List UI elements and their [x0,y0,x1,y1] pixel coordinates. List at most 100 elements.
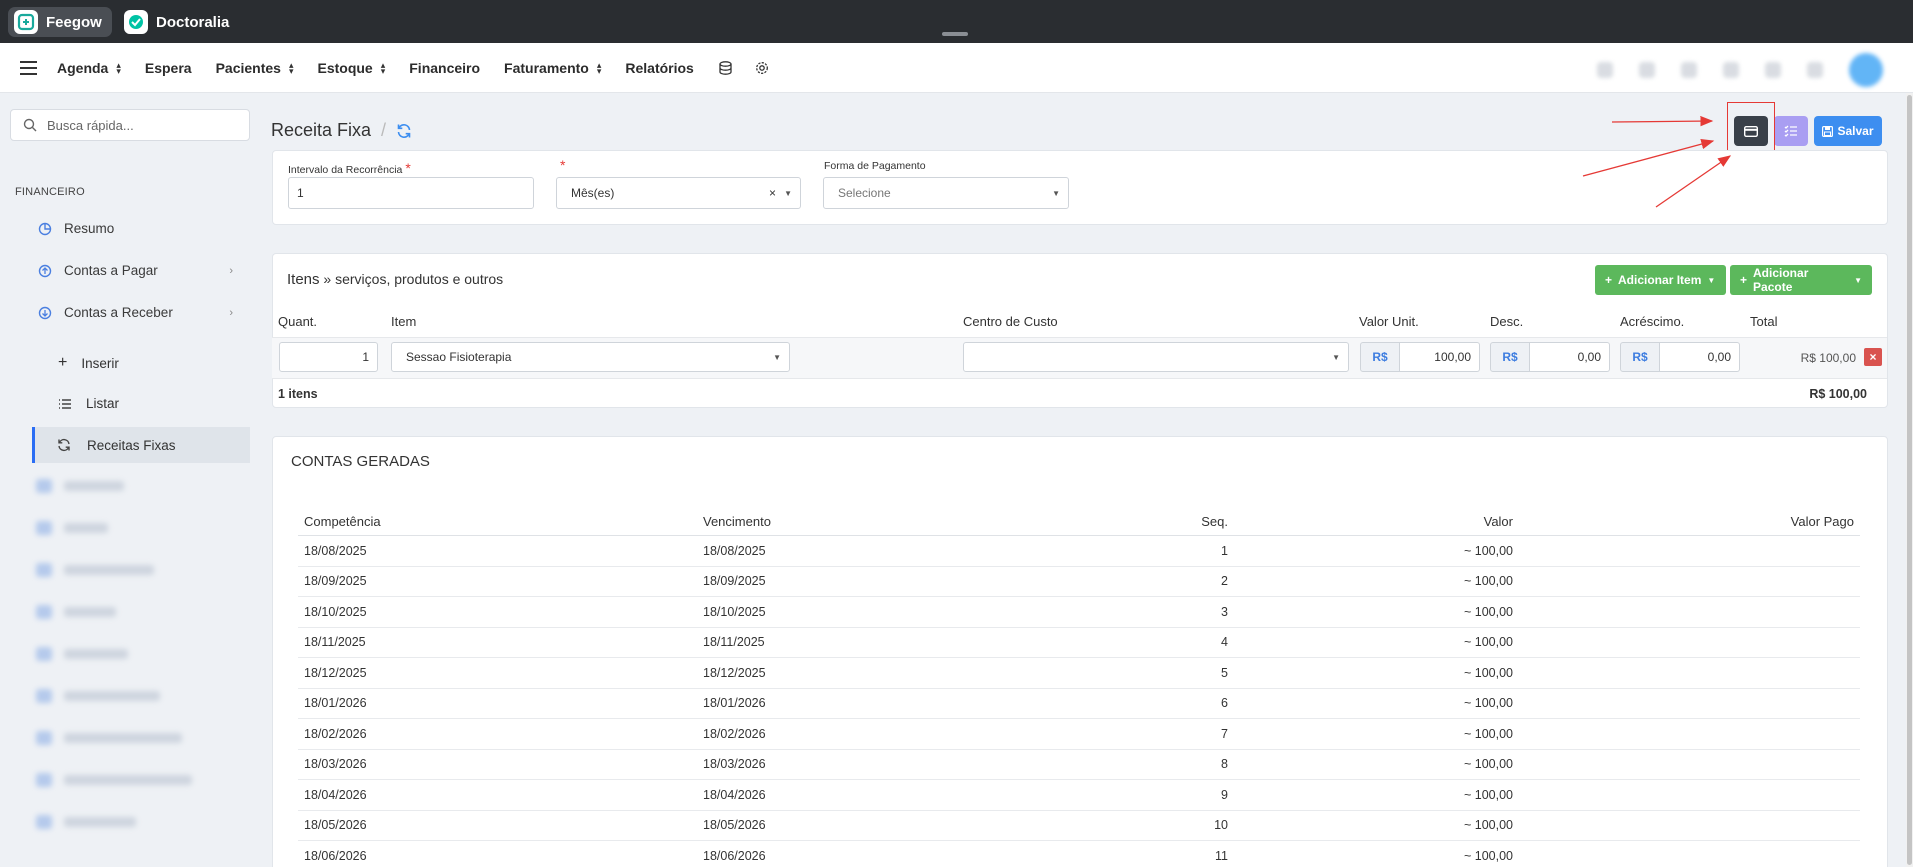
chevron-down-icon: ▼ [1332,352,1340,362]
drag-handle[interactable] [942,32,968,36]
sidebar-item-listar[interactable]: Listar [58,396,119,411]
nav-relatorios[interactable]: Relatórios [625,60,693,76]
cell-valor: ~ 100,00 [1463,726,1513,741]
cell-competencia: 18/01/2026 [304,696,367,711]
sidebar-item-receitas-fixas[interactable]: Receitas Fixas [32,427,250,463]
plus-icon: + [58,354,68,371]
intervalo-input[interactable]: 1 [288,177,534,209]
cell-vencimento: 18/06/2026 [703,848,766,863]
cell-seq: 3 [1221,604,1228,619]
sidebar-item-contas-receber[interactable]: Contas a Receber › [38,305,233,320]
cell-competencia: 18/12/2025 [304,665,367,680]
nav-financeiro[interactable]: Financeiro [409,60,480,76]
col-header-acrescimo: Acréscimo. [1620,314,1685,329]
add-pacote-button[interactable]: + Adicionar Pacote ▼ [1730,265,1872,295]
forma-pagamento-placeholder: Selecione [838,186,891,200]
cell-seq: 1 [1221,543,1228,558]
checklist-icon [1784,125,1797,137]
cell-valor: ~ 100,00 [1463,543,1513,558]
cell-valor: ~ 100,00 [1463,787,1513,802]
nav-estoque[interactable]: Estoque ▴ ▾ [317,60,385,76]
centro-custo-select[interactable]: ▼ [963,342,1349,372]
periodo-value: Mês(es) [571,186,615,200]
cell-vencimento: 18/09/2025 [703,574,766,589]
sidebar-item-contas-pagar[interactable]: Contas a Pagar › [38,263,233,278]
col-header-quant: Quant. [278,314,318,329]
sidebar-item-resumo[interactable]: Resumo [38,221,233,236]
desc-input[interactable]: 0,00 [1530,342,1610,372]
nav-financeiro-label: Financeiro [409,59,481,76]
forma-pagamento-select[interactable]: Selecione ▼ [823,177,1069,209]
items-total: R$ 100,00 [1809,387,1867,401]
checklist-button[interactable] [1774,116,1808,146]
cell-valor: ~ 100,00 [1463,604,1513,619]
cell-competencia: 18/02/2026 [304,726,367,741]
cell-competencia: 18/09/2025 [304,574,367,589]
cell-competencia: 18/03/2026 [304,757,367,772]
cell-seq: 5 [1221,665,1228,680]
tab-feegow[interactable]: Feegow [8,7,112,37]
col-header-valor-pago: Valor Pago [1790,514,1854,529]
cell-vencimento: 18/01/2026 [703,696,766,711]
tab-doctoralia[interactable]: Doctoralia [118,7,239,37]
currency-addon: R$ [1490,342,1530,372]
items-title: Itens » serviços, produtos e outros [287,271,504,288]
chevron-down-icon: ▼ [784,188,792,198]
table-row: 18/11/2025 18/11/2025 4 ~ 100,00 [298,628,1860,658]
sidebar-item-label: Contas a Receber [64,305,173,320]
quant-input[interactable]: 1 [279,342,378,372]
annotation-highlight-box [1727,102,1775,152]
valor-unit-input[interactable]: 100,00 [1400,342,1480,372]
refresh-icon[interactable] [396,123,412,139]
acrescimo-input[interactable]: 0,00 [1660,342,1740,372]
cell-seq: 6 [1221,696,1228,711]
refresh-icon [58,438,70,452]
nav-agenda-label: Agenda [57,59,109,76]
table-row: 18/03/2026 18/03/2026 8 ~ 100,00 [298,750,1860,780]
close-icon: × [1869,350,1877,364]
remove-item-button[interactable]: × [1864,348,1882,366]
col-header-valor: Valor [1483,514,1513,529]
quick-search[interactable] [10,109,250,141]
page-header: Receita Fixa / [271,120,412,141]
gear-icon[interactable] [754,60,770,76]
page-title: Receita Fixa [271,120,372,140]
cell-seq: 7 [1221,726,1228,741]
add-item-button[interactable]: + Adicionar Item ▼ [1595,265,1726,295]
intervalo-label: Intervalo da Recorrência * [288,160,411,176]
col-header-item: Item [391,314,417,329]
cell-seq: 10 [1214,818,1228,833]
tab-doctoralia-label: Doctoralia [156,13,230,31]
col-header-desc: Desc. [1490,314,1524,329]
avatar[interactable] [1849,53,1883,87]
cell-vencimento: 18/04/2026 [703,787,766,802]
nav-agenda[interactable]: Agenda ▴ ▾ [57,60,121,76]
doctoralia-logo-icon [124,10,148,34]
sidebar-item-inserir[interactable]: + Inserir [58,354,119,372]
nav-espera[interactable]: Espera [145,60,192,76]
scrollbar-thumb[interactable] [1907,95,1912,865]
search-input[interactable] [47,117,237,133]
sort-arrows-icon: ▴ ▾ [116,59,121,76]
cell-competencia: 18/04/2026 [304,787,367,802]
cell-seq: 11 [1215,848,1228,863]
nav-pacientes[interactable]: Pacientes ▴ ▾ [216,60,294,76]
desc-value: 0,00 [1577,350,1601,364]
database-icon[interactable] [718,60,734,76]
valor-unit-value: 100,00 [1434,350,1471,364]
row-total: R$ 100,00 [1800,351,1856,365]
periodo-select[interactable]: Mês(es) × ▼ [556,177,801,209]
col-header-competencia: Competência [304,514,381,529]
chevron-down-icon: ▼ [773,352,781,362]
tab-feegow-label: Feegow [46,13,102,31]
cell-competencia: 18/08/2025 [304,543,367,558]
cell-vencimento: 18/12/2025 [703,665,766,680]
nav-faturamento[interactable]: Faturamento ▴ ▾ [504,60,601,76]
save-button[interactable]: Salvar [1814,116,1882,146]
item-select[interactable]: Sessao Fisioterapia ▼ [391,342,790,372]
contas-title: CONTAS GERADAS [291,453,430,470]
menu-icon[interactable] [20,60,37,75]
intervalo-value: 1 [297,186,304,200]
clear-icon[interactable]: × [769,186,776,200]
currency-addon: R$ [1620,342,1660,372]
